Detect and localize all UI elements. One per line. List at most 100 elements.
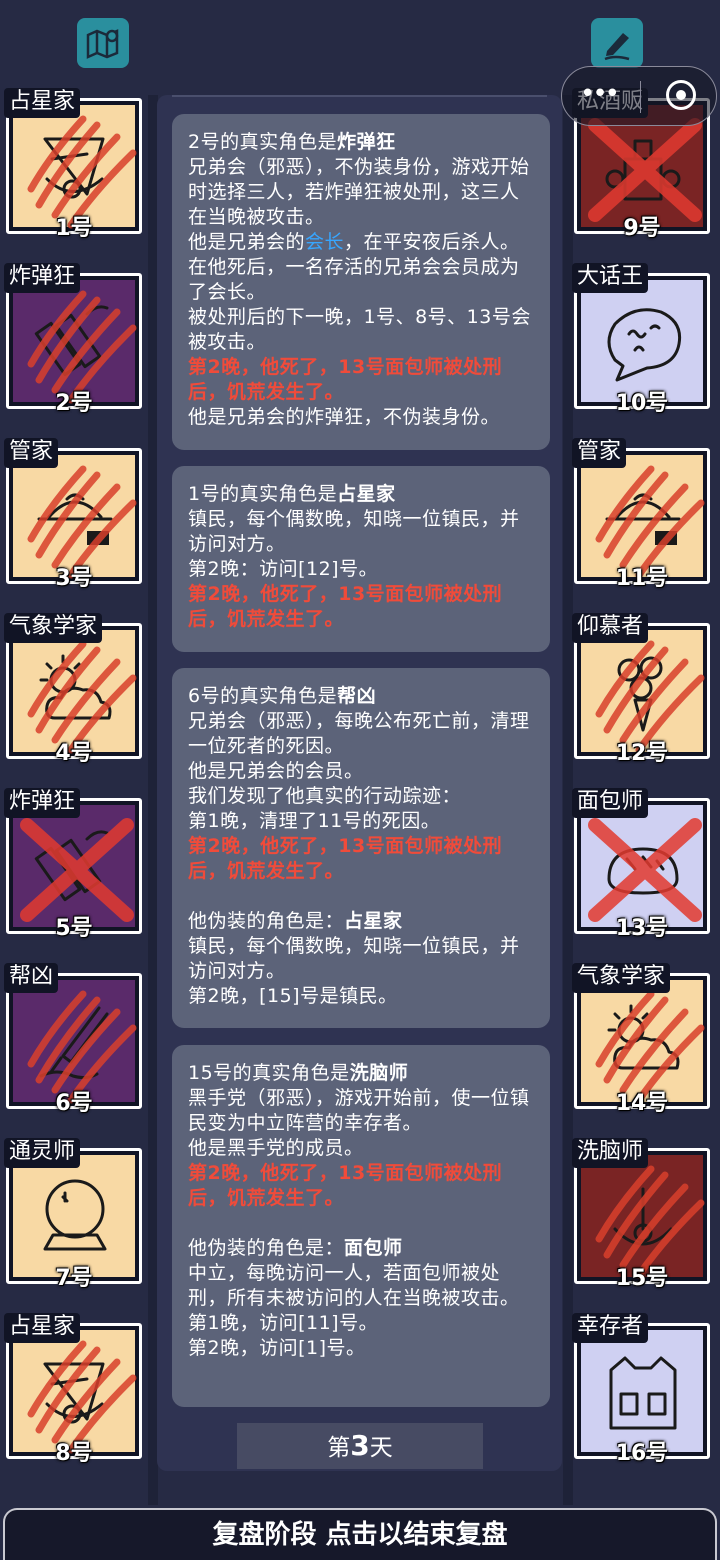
- log-line: 镇民，每个偶数晚，知晓一位镇民，并访问对方。: [188, 934, 536, 984]
- log-text: 中立，每晚访问一人，若面包师被处刑，所有未被访问的人在当晚被攻击。: [188, 1262, 520, 1309]
- log-text: 15号的真实角色是: [188, 1062, 350, 1084]
- more-dots-icon[interactable]: •••: [580, 79, 620, 109]
- player-number: 15号: [615, 1266, 669, 1291]
- role-label: 炸弹狂: [4, 263, 81, 293]
- log-text: 他是兄弟会的: [188, 231, 306, 253]
- miniprogram-capsule: •••: [561, 66, 717, 126]
- player-card-1号[interactable]: 占星家 1号: [4, 88, 142, 241]
- log-text: 他是兄弟会的炸弹狂，不伪装身份。: [188, 406, 501, 428]
- role-label: 面包师: [572, 788, 649, 818]
- role-label: 占星家: [4, 1313, 81, 1343]
- day-prefix: 第: [327, 1435, 351, 1461]
- player-number: 6号: [55, 1091, 93, 1116]
- log-line: 15号的真实角色是洗脑师: [188, 1061, 536, 1086]
- player-card-10号[interactable]: 大话王 10号: [572, 263, 710, 416]
- role-name: 占星家: [337, 483, 396, 505]
- log-text: 2号的真实角色是: [188, 131, 338, 153]
- player-number: 1号: [55, 216, 93, 241]
- target-close-icon[interactable]: [666, 80, 696, 110]
- role-label: 管家: [572, 438, 627, 468]
- edit-button[interactable]: [591, 18, 643, 68]
- role-label: 洗脑师: [572, 1138, 649, 1168]
- player-card-12号[interactable]: 仰慕者 12号: [572, 613, 710, 766]
- player-number: 14号: [615, 1091, 669, 1116]
- role-name: 炸弹狂: [337, 131, 396, 153]
- log-text: 他伪装的角色是：: [188, 1237, 345, 1259]
- log-entry: 6号的真实角色是帮凶 兄弟会（邪恶），每晚公布死亡前，清理一位死者的死因。 他是兄弟…: [172, 668, 550, 1028]
- player-card-4号[interactable]: 气象学家 4号: [4, 613, 142, 766]
- player-card-2号[interactable]: 炸弹狂 2号: [4, 263, 142, 416]
- role-label: 占星家: [4, 88, 81, 118]
- log-line: 他是兄弟会的炸弹狂，不伪装身份。: [188, 405, 536, 430]
- role-name: 洗脑师: [349, 1062, 409, 1084]
- log-line: 镇民，每个偶数晚，知晓一位镇民，并访问对方。: [188, 507, 536, 557]
- log-line: 第2晚，他死了，13号面包师被处刑后，饥荒发生了。: [188, 1161, 536, 1211]
- player-card-13号[interactable]: 面包师 13号: [572, 788, 710, 941]
- role-name: 帮凶: [337, 685, 377, 707]
- log-text: 第2晚，访问[1]号。: [188, 1337, 366, 1359]
- log-line: 第2晚：访问[12]号。: [188, 557, 536, 582]
- log-text: 镇民，每个偶数晚，知晓一位镇民，并访问对方。: [188, 508, 520, 555]
- log-line: 兄弟会（邪恶），不伪装身份，游戏开始时选择三人，若炸弹狂被处刑，这三人在当晚被攻…: [188, 155, 536, 230]
- role-label: 炸弹狂: [4, 788, 81, 818]
- player-number: 12号: [615, 741, 669, 766]
- day-suffix: 天: [369, 1435, 393, 1461]
- log-line: 他是兄弟会的会员。: [188, 759, 536, 784]
- log-line: 被处刑后的下一晚，1号、8号、13号会被攻击。: [188, 305, 536, 355]
- log-text: 黑手党（邪恶），游戏开始前，使一位镇民变为中立阵营的幸存者。: [188, 1087, 530, 1134]
- role-label: 通灵师: [4, 1138, 81, 1168]
- player-card-15号[interactable]: 洗脑师 15号: [572, 1138, 710, 1291]
- log-text: 1号的真实角色是: [188, 483, 338, 505]
- player-card-6号[interactable]: 帮凶 6号: [4, 963, 142, 1116]
- log-text: 他伪装的角色是：: [188, 910, 345, 932]
- log-line: 兄弟会（邪恶），每晚公布死亡前，清理一位死者的死因。: [188, 709, 536, 759]
- log-line: 2号的真实角色是炸弹狂: [188, 130, 536, 155]
- role-label: 大话王: [572, 263, 649, 293]
- log-entry: 1号的真实角色是占星家 镇民，每个偶数晚，知晓一位镇民，并访问对方。 第2晚：访问[…: [172, 466, 550, 652]
- log-text: 第1晚，访问[11]号。: [188, 1312, 379, 1334]
- log-line: 1号的真实角色是占星家: [188, 482, 536, 507]
- role-label: 气象学家: [572, 963, 671, 993]
- role-label: 气象学家: [4, 613, 103, 643]
- log-line: 第1晚，访问[11]号。: [188, 1311, 536, 1336]
- log-line: 第2晚，访问[1]号。: [188, 1336, 536, 1361]
- player-number: 4号: [55, 741, 93, 766]
- player-card-3号[interactable]: 管家 3号: [4, 438, 142, 591]
- player-card-16号[interactable]: 幸存者 16号: [572, 1313, 710, 1466]
- pen-edit-icon: [604, 33, 630, 61]
- role-name: 占星家: [344, 910, 403, 932]
- player-card-14号[interactable]: 气象学家 14号: [572, 963, 710, 1116]
- role-name: 面包师: [344, 1237, 403, 1259]
- log-text: 第1晚，清理了11号的死因。: [188, 810, 441, 832]
- player-card-8号[interactable]: 占星家 8号: [4, 1313, 142, 1466]
- day-number: 3: [350, 1429, 370, 1462]
- log-line: 第2晚，他死了，13号面包师被处刑后，饥荒发生了。: [188, 355, 536, 405]
- death-note: 第2晚，他死了，13号面包师被处刑后，饥荒发生了。: [188, 356, 503, 403]
- log-text: 被处刑后的下一晚，1号、8号、13号会被攻击。: [188, 306, 531, 353]
- log-line: 他伪装的角色是：占星家: [188, 909, 536, 934]
- player-number: 5号: [55, 916, 93, 941]
- log-line: 黑手党（邪恶），游戏开始前，使一位镇民变为中立阵营的幸存者。: [188, 1086, 536, 1136]
- role-label: 帮凶: [4, 963, 59, 993]
- log-text: 第2晚，[15]号是镇民。: [188, 985, 398, 1007]
- player-card-7号[interactable]: 通灵师 7号: [4, 1138, 142, 1291]
- death-note: 第2晚，他死了，13号面包师被处刑后，饥荒发生了。: [188, 1162, 503, 1209]
- player-number: 11号: [615, 566, 669, 591]
- end-review-bar[interactable]: 复盘阶段 点击以结束复盘: [3, 1508, 717, 1560]
- player-number: 2号: [55, 391, 93, 416]
- log-line: 他是黑手党的成员。: [188, 1136, 536, 1161]
- player-card-5号[interactable]: 炸弹狂 5号: [4, 788, 142, 941]
- log-line: 他是兄弟会的会长，在平安夜后杀人。在他死后，一名存活的兄弟会会员成为了会长。: [188, 230, 536, 305]
- log-line: 我们发现了他真实的行动踪迹：: [188, 784, 536, 809]
- player-number: 8号: [55, 1441, 93, 1466]
- log-line: 第2晚，他死了，13号面包师被处刑后，饥荒发生了。: [188, 582, 536, 632]
- log-line: 6号的真实角色是帮凶: [188, 684, 536, 709]
- map-button[interactable]: [77, 18, 129, 68]
- day-indicator[interactable]: 第3天: [237, 1423, 483, 1469]
- log-text: 镇民，每个偶数晚，知晓一位镇民，并访问对方。: [188, 935, 520, 982]
- player-card-11号[interactable]: 管家 11号: [572, 438, 710, 591]
- player-number: 13号: [615, 916, 669, 941]
- log-text: 兄弟会（邪恶），每晚公布死亡前，清理一位死者的死因。: [188, 710, 530, 757]
- log-entry: 2号的真实角色是炸弹狂 兄弟会（邪恶），不伪装身份，游戏开始时选择三人，若炸弹狂被…: [172, 114, 550, 450]
- map-pin-icon: [86, 29, 119, 59]
